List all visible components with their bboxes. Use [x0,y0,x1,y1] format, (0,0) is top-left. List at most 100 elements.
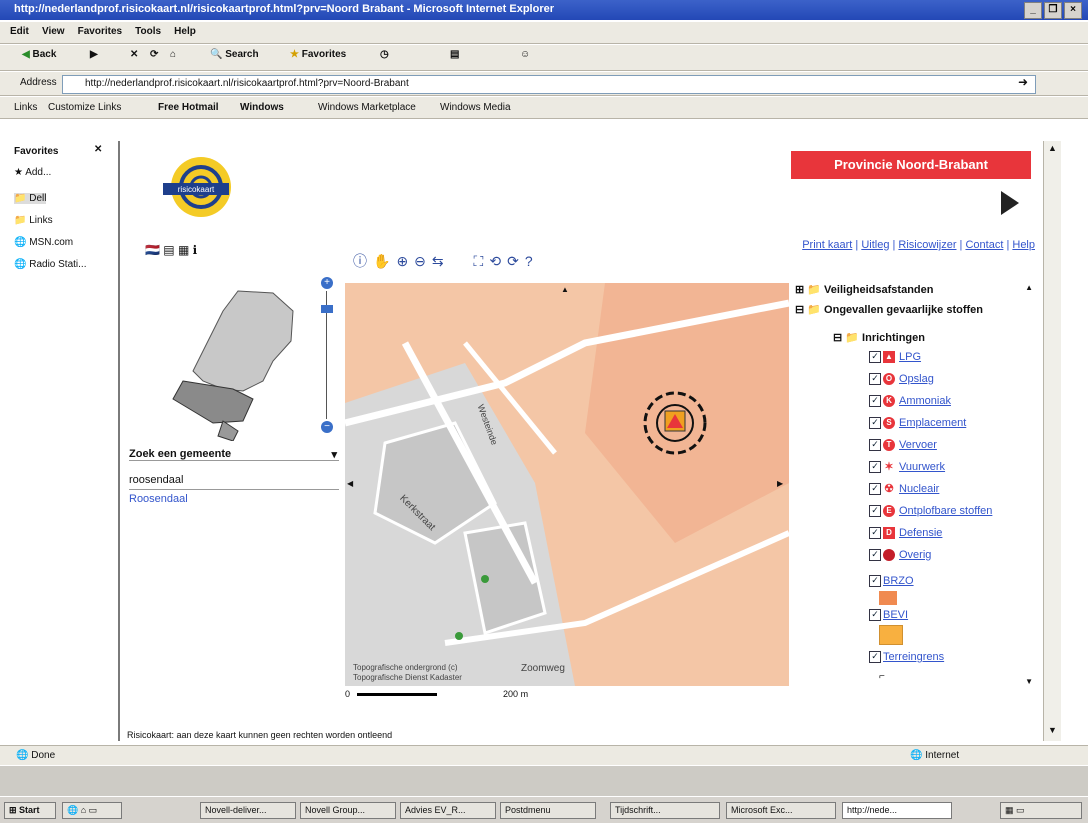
start-button[interactable]: ⊞ Start [4,802,56,819]
layer-item-defensie[interactable]: ✓ D Defensie [869,527,942,540]
favorite-dell[interactable]: 📁 Dell [14,193,47,204]
layer-ongevallen[interactable]: ⊟ 📁 Ongevallen gevaarlijke stoffen [795,303,983,316]
measure-icon[interactable]: ⇆ [432,253,450,269]
go-icon[interactable]: ➜ [1018,75,1028,89]
layer-inrichtingen[interactable]: ⊟ 📁 Inrichtingen [833,331,925,344]
link-risicowijzer[interactable]: Risicowijzer [898,239,956,251]
search-icon: 🔍 [210,49,223,60]
layers-scroll-down-icon[interactable]: ▼ [1025,677,1033,686]
link-hotmail[interactable]: Free Hotmail [158,102,219,113]
refresh-icon[interactable]: ⟳ [150,49,158,60]
favorite-radio[interactable]: 🌐 Radio Stati... [14,259,87,270]
menu-help[interactable]: Help [174,26,196,37]
layers-panel: ⊞ 📁 Veiligheidsafstanden ⊟ 📁 Ongevallen … [789,279,1035,691]
info-icon[interactable]: ⓘ [353,253,373,269]
municipality-search-result[interactable]: Roosendaal [129,493,188,505]
menu-view[interactable]: View [42,26,65,37]
prev-extent-icon[interactable]: ⟲ [489,253,507,269]
layer-item-emplacement[interactable]: ✓ S Emplacement [869,417,966,430]
task-tijdschrift[interactable]: Tijdschrift... [610,802,720,819]
task-microsoft-excel[interactable]: Microsoft Exc... [726,802,836,819]
layer-item-overig[interactable]: ✓ Overig [869,549,931,562]
fullextent-icon[interactable]: ⛶ [474,253,490,269]
favorites-add-button[interactable]: ★ Add... [14,167,51,178]
task-advies[interactable]: Advies EV_R... [400,802,496,819]
task-postdmenu[interactable]: Postdmenu [500,802,596,819]
zoom-slider[interactable]: + − [321,277,333,435]
municipality-search-input[interactable]: roosendaal [129,474,329,486]
forward-button[interactable]: ▶ [90,49,98,60]
next-extent-icon[interactable]: ⟳ [507,253,525,269]
layer-item-nucleair[interactable]: ✓ ☢ Nucleair [869,483,939,496]
favorites-button[interactable]: ★ Favorites [290,49,346,60]
home-icon[interactable]: ⌂ [170,49,176,60]
link-windows[interactable]: Windows [240,102,284,113]
province-banner: Provincie Noord-Brabant [791,151,1031,179]
menu-bar: Edit View Favorites Tools Help [0,22,1088,44]
quicklaunch-icons[interactable]: 🌐 ⌂ ▭ [62,802,122,819]
menu-tools[interactable]: Tools [135,26,161,37]
address-label: Address [20,77,57,88]
pan-east-icon[interactable]: ▶ [777,479,783,488]
page-content: risicokaart Provincie Noord-Brabant 🇳🇱 ▤… [121,141,1043,729]
risk-map[interactable]: Westeinde Kerkstraat Zoomweg Topografisc… [345,283,789,686]
warning-icon: ▲ [883,351,895,364]
address-bar: Address http://nederlandprof.risicokaart… [0,72,1088,96]
search-button[interactable]: 🔍 Search [210,49,259,60]
link-uitleg[interactable]: Uitleg [861,239,889,251]
close-icon[interactable]: ✕ [94,144,102,155]
chevron-down-icon[interactable]: ▾ [331,448,337,461]
favorite-links[interactable]: 📁 Links [14,215,53,226]
layer-item-ontplofbare-stoffen[interactable]: ✓ E Ontplofbare stoffen [869,505,992,518]
task-novell-group[interactable]: Novell Group... [300,802,396,819]
layers-scroll-up-icon[interactable]: ▲ [1025,283,1033,292]
layer-item-lpg[interactable]: ✓ ▲ LPG [869,351,921,364]
link-marketplace[interactable]: Windows Marketplace [318,102,416,113]
scroll-up-icon[interactable]: ▲ [1048,143,1057,153]
pan-icon[interactable]: ✋ [373,253,396,269]
language-icons[interactable]: 🇳🇱 ▤ ▦ ℹ [145,243,197,257]
print-icon[interactable]: ▤ [450,49,459,60]
menu-edit[interactable]: Edit [10,26,29,37]
link-contact[interactable]: Contact [965,239,1003,251]
minimize-button[interactable]: _ [1024,2,1042,19]
menu-favorites[interactable]: Favorites [78,26,122,37]
brzo-swatch [879,591,897,605]
layer-item-brzo[interactable]: ✓ BRZO [869,575,914,588]
close-button[interactable]: × [1064,2,1082,19]
zoom-minus-icon[interactable]: − [321,421,333,433]
link-customize[interactable]: Customize Links [48,102,121,113]
top-links: Print kaart | Uitleg | Risicowijzer | Co… [802,239,1035,251]
layer-item-opslag[interactable]: ✓ O Opslag [869,373,934,386]
layer-item-terreingrens[interactable]: ✓ Terreingrens [869,651,944,664]
messenger-icon[interactable]: ☺ [520,49,530,60]
pan-west-icon[interactable]: ◀ [347,479,353,488]
help-icon[interactable]: ? [525,253,539,269]
vertical-scrollbar[interactable]: ▲ ▼ [1043,141,1061,741]
overview-map[interactable] [143,281,323,441]
zoom-plus-icon[interactable]: + [321,277,333,289]
pan-north-icon[interactable]: ▲ [561,285,569,294]
link-print-kaart[interactable]: Print kaart [802,239,852,251]
layer-veiligheidsafstanden[interactable]: ⊞ 📁 Veiligheidsafstanden [795,283,933,296]
restore-button[interactable]: ❐ [1044,2,1062,19]
zoom-out-icon[interactable]: ⊖ [414,253,432,269]
back-button[interactable]: ◀ Back [22,49,56,60]
task-ie-active[interactable]: http://nede... [842,802,952,819]
link-windows-media[interactable]: Windows Media [440,102,511,113]
zoom-in-icon[interactable]: ⊕ [396,253,414,269]
history-icon[interactable]: ◷ [380,49,389,60]
layer-item-bevi[interactable]: ✓ BEVI [869,609,908,622]
address-input[interactable]: http://nederlandprof.risicokaart.nl/risi… [62,75,1036,94]
zoom-thumb[interactable] [321,305,333,313]
scroll-down-icon[interactable]: ▼ [1048,725,1057,735]
stop-icon[interactable]: ✕ [130,49,138,60]
link-help[interactable]: Help [1012,239,1035,251]
favorite-msn[interactable]: 🌐 MSN.com [14,237,73,248]
back-icon: ◀ [22,49,30,60]
layer-item-ammoniak[interactable]: ✓ K Ammoniak [869,395,951,408]
layer-item-vuurwerk[interactable]: ✓ ✶ Vuurwerk [869,461,945,474]
task-novell-deliver[interactable]: Novell-deliver... [200,802,296,819]
title-bar: http://nederlandprof.risicokaart.nl/risi… [0,0,1088,20]
layer-item-vervoer[interactable]: ✓ T Vervoer [869,439,937,452]
